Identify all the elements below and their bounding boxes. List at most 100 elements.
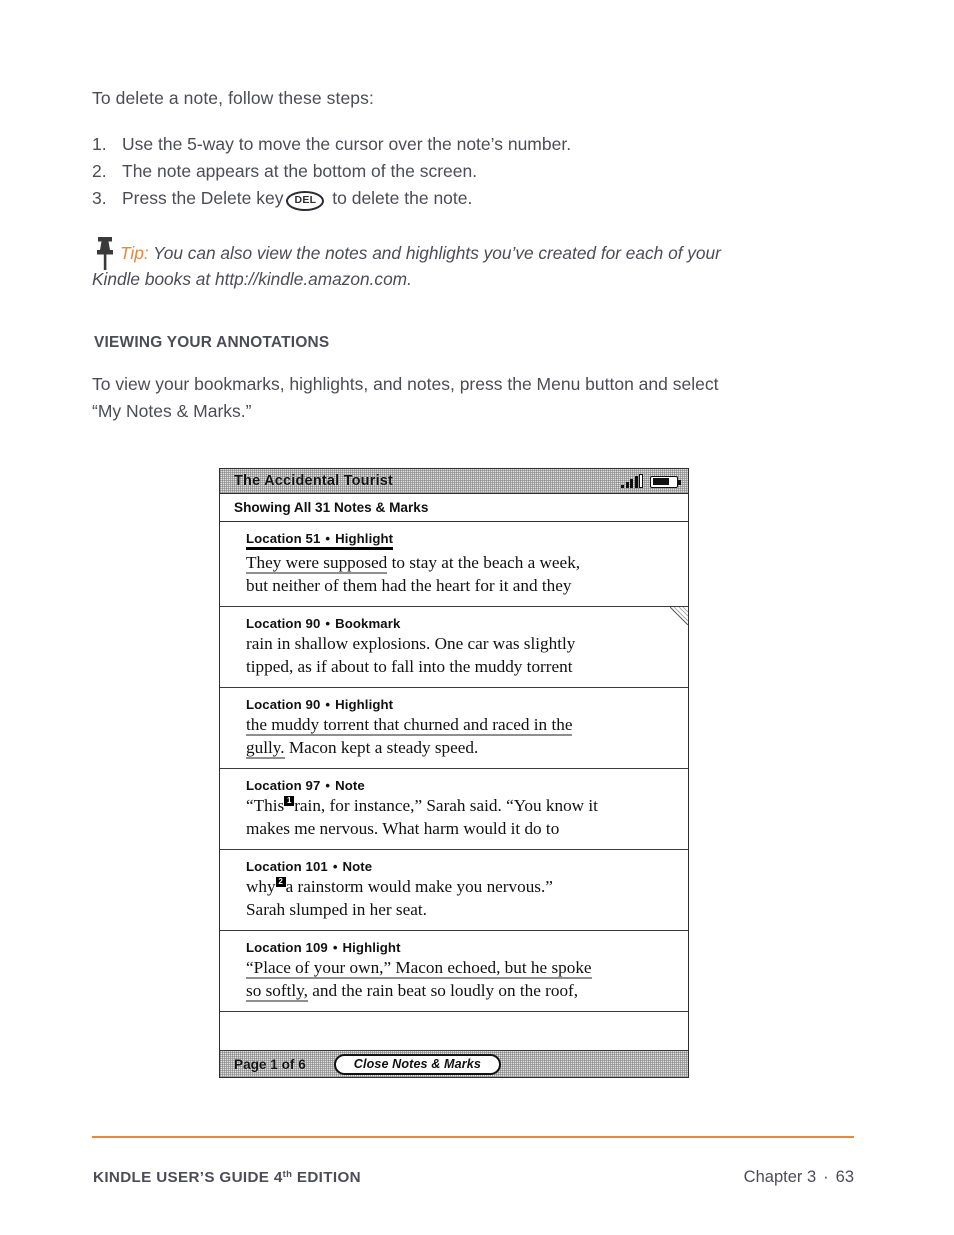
annotation-entry[interactable]: Location 51 • Highlight They were supposed…	[220, 522, 688, 607]
bullet-separator: •	[332, 940, 338, 955]
footer-chapter: Chapter 3	[743, 1168, 817, 1186]
annotation-header: Location 90 • Bookmark	[246, 616, 400, 631]
footer-guide-title-sup: th	[282, 1169, 293, 1180]
annotation-body: why 2 a rainstorm would make you nervous.”…	[246, 876, 676, 921]
highlighted-text-2: gully.	[246, 737, 285, 759]
annotation-header: Location 109 • Highlight	[246, 940, 401, 955]
section-paragraph-line2: “My Notes & Marks.”	[92, 401, 252, 421]
bullet-separator: •	[325, 778, 331, 793]
annotation-type: Bookmark	[335, 616, 401, 631]
step-number: 2.	[92, 161, 107, 181]
bullet-separator: •	[325, 697, 331, 712]
kindle-footer: Page 1 of 6 Close Notes & Marks	[220, 1051, 688, 1077]
steps-list: 1. Use the 5-way to move the cursor over…	[92, 134, 852, 215]
footer-page-number: 63	[835, 1168, 854, 1186]
step-text: The note appears at the bottom of the sc…	[122, 161, 478, 181]
tip-sentence: You can also view the notes and highligh…	[153, 243, 721, 263]
push-pin-icon	[92, 235, 118, 275]
note-pre-text: “This	[246, 796, 285, 815]
footer-separator: ·	[823, 1168, 829, 1186]
footer-guide-title: KINDLE USER’S GUIDE 4th EDITION	[93, 1169, 361, 1186]
note-pre-text: why	[246, 877, 276, 896]
annotation-line2: makes me nervous. What harm would it do …	[246, 818, 560, 838]
footer-guide-title-main: KINDLE USER’S GUIDE 4	[93, 1169, 283, 1186]
annotation-location: Location 97	[246, 778, 321, 793]
tip-label: Tip:	[120, 243, 149, 263]
annotation-header: Location 51 • Highlight	[246, 531, 394, 550]
annotation-line1-rest: rain in shallow explosions. One car was …	[246, 634, 576, 653]
tip-text-line1: Tip: You can also view the notes and hig…	[92, 240, 862, 266]
document-page: To delete a note, follow these steps: 1.…	[0, 0, 954, 1235]
annotation-type: Note	[335, 778, 365, 793]
annotation-entry[interactable]: Location 101 • Note why 2 a rainstorm would …	[220, 850, 688, 931]
annotation-body: They were supposed to stay at the beach …	[246, 552, 676, 597]
annotation-location: Location 101	[246, 859, 328, 874]
section-heading: VIEWING YOUR ANNOTATIONS	[94, 334, 330, 351]
annotation-body: “This 1 rain, for instance,” Sarah said. “…	[246, 795, 676, 840]
annotation-line1-rest: to stay at the beach a week,	[387, 553, 581, 572]
annotation-line2: Sarah slumped in her seat.	[246, 899, 427, 919]
annotation-entry[interactable]: Location 109 • Highlight “Place of your ow…	[220, 931, 688, 1012]
annotation-header: Location 97 • Note	[246, 778, 365, 793]
annotation-body: “Place of your own,” Macon echoed, but h…	[246, 957, 676, 1002]
note-post-text: rain, for instance,” Sarah said. “You kn…	[294, 796, 598, 815]
step-text-after: to delete the note.	[332, 188, 473, 208]
annotation-type: Highlight	[335, 531, 394, 546]
annotation-entry[interactable]: Location 90 • Highlight the muddy torrent …	[220, 688, 688, 769]
step-text: Use the 5-way to move the cursor over th…	[122, 134, 572, 154]
bookmark-fold-icon	[670, 607, 688, 625]
annotation-type: Highlight	[335, 697, 394, 712]
footer-divider	[92, 1136, 854, 1138]
annotation-line2: tipped, as if about to fall into the mud…	[246, 656, 573, 676]
annotation-header: Location 90 • Highlight	[246, 697, 393, 712]
annotation-body: rain in shallow explosions. One car was …	[246, 633, 676, 678]
highlighted-text: They were supposed	[246, 553, 388, 574]
status-icons	[621, 473, 681, 488]
intro-paragraph: To delete a note, follow these steps:	[92, 88, 374, 108]
annotation-header: Location 101 • Note	[246, 859, 372, 874]
annotation-line2: Macon kept a steady speed.	[284, 737, 479, 757]
bullet-separator: •	[332, 859, 338, 874]
delete-key-icon: DEL	[286, 191, 325, 211]
annotation-body: the muddy torrent that churned and raced…	[246, 714, 676, 759]
section-paragraph-line1: To view your bookmarks, highlights, and …	[92, 374, 719, 394]
annotation-type: Highlight	[342, 940, 401, 955]
annotation-location: Location 90	[246, 697, 321, 712]
annotation-location: Location 90	[246, 616, 321, 631]
book-title: The Accidental Tourist	[234, 473, 394, 489]
annotation-line2: but neither of them had the heart for it…	[246, 575, 572, 595]
annotation-entry[interactable]: Location 97 • Note “This 1 rain, for instanc…	[220, 769, 688, 850]
annotation-location: Location 109	[246, 940, 328, 955]
highlighted-text-2: so softly,	[246, 980, 308, 1002]
step-number: 3.	[92, 188, 107, 208]
list-item: 2. The note appears at the bottom of the…	[92, 161, 852, 188]
note-marker-icon: 2	[275, 877, 286, 887]
highlighted-text: “Place of your own,” Macon echoed, but h…	[246, 958, 592, 979]
step-text: Press the Delete key DEL to delete the no…	[122, 188, 472, 211]
step-text-before: Press the Delete key	[122, 188, 284, 208]
battery-icon	[650, 475, 681, 488]
note-marker-icon: 1	[284, 796, 295, 806]
bullet-separator: •	[325, 616, 331, 631]
highlighted-text: the muddy torrent that churned and raced…	[246, 715, 573, 736]
note-post-text: a rainstorm would make you nervous.”	[285, 877, 553, 896]
kindle-screenshot: The Accidental Tourist Showing All 31 No…	[219, 468, 689, 1078]
close-notes-marks-button[interactable]: Close Notes & Marks	[333, 1053, 501, 1075]
list-item: 1. Use the 5-way to move the cursor over…	[92, 134, 852, 161]
empty-entry-slot	[220, 1012, 688, 1051]
footer-guide-title-end: EDITION	[292, 1169, 361, 1186]
tip-block: Tip: You can also view the notes and hig…	[92, 237, 862, 292]
footer-chapter-page: Chapter 3 · 63	[744, 1168, 854, 1187]
page-indicator: Page 1 of 6	[234, 1056, 306, 1072]
signal-bars-icon	[621, 473, 643, 488]
annotation-location: Location 51	[246, 531, 321, 546]
bullet-separator: •	[325, 531, 331, 546]
annotation-type: Note	[342, 859, 373, 874]
showing-label: Showing All 31 Notes & Marks	[220, 494, 688, 522]
annotation-line2: and the rain beat so loudly on the roof,	[307, 980, 579, 1000]
list-item: 3. Press the Delete key DEL to delete the…	[92, 188, 852, 215]
section-paragraph: To view your bookmarks, highlights, and …	[92, 371, 882, 425]
annotation-entry[interactable]: Location 90 • Bookmark rain in shallow exp…	[220, 607, 688, 688]
step-number: 1.	[92, 134, 107, 154]
kindle-titlebar: The Accidental Tourist	[220, 469, 688, 494]
